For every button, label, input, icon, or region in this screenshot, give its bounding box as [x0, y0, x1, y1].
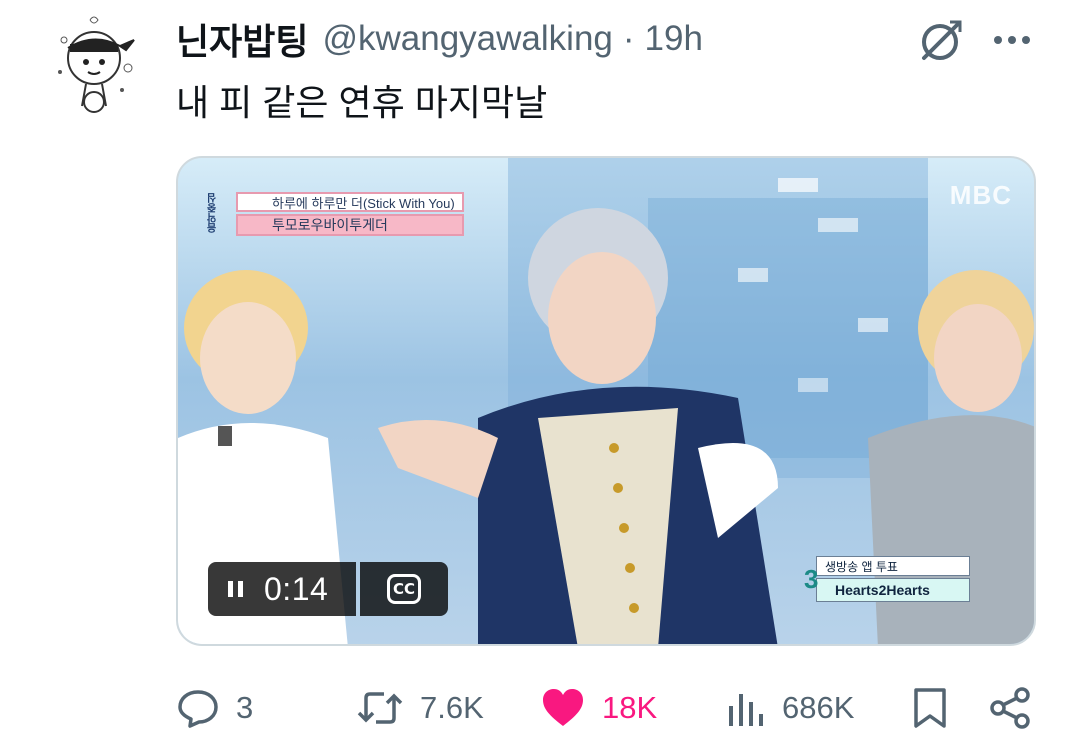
pause-icon[interactable]	[226, 579, 246, 599]
bookmark-button[interactable]	[910, 680, 950, 736]
share-icon	[990, 687, 1030, 729]
vote-song: Hearts2Hearts	[816, 578, 970, 602]
views-icon	[729, 694, 763, 726]
repost-icon	[357, 692, 403, 724]
vote-rank: 3	[804, 564, 819, 594]
timestamp[interactable]: 19h	[645, 19, 703, 59]
more-icon[interactable]	[990, 18, 1034, 62]
reply-icon	[178, 690, 218, 728]
like-icon	[543, 689, 583, 726]
tweet-header: 닌자밥팅 @kwangyawalking · 19h	[176, 14, 703, 64]
bookmark-icon	[914, 688, 946, 728]
repost-count: 7.6K	[420, 690, 484, 725]
like-count: 18K	[602, 690, 658, 725]
video-player[interactable]: 음악중심 하루에 하루만 더(Stick With You) 투모로우바이투게더…	[176, 156, 1036, 646]
separator-dot: ·	[622, 19, 635, 58]
vote-caption: 생방송 앱 투표 Hearts2Hearts 3	[804, 556, 970, 602]
video-time: 0:14	[264, 570, 329, 607]
reply-button[interactable]: 3	[176, 680, 253, 736]
captions-button[interactable]: CC	[360, 562, 448, 616]
views-button[interactable]: 686K	[726, 680, 854, 736]
broadcaster-logo: MBC	[949, 180, 1012, 210]
repost-button[interactable]: 7.6K	[356, 680, 484, 736]
program-tag: 음악중심	[208, 193, 219, 233]
vote-label: 생방송 앱 투표	[816, 556, 970, 576]
share-button[interactable]	[988, 680, 1032, 736]
views-count: 686K	[782, 690, 855, 725]
display-name[interactable]: 닌자밥팅	[176, 13, 308, 65]
action-bar: 3 7.6K 18K 686K	[0, 680, 1080, 736]
avatar[interactable]	[42, 10, 142, 120]
song-title-caption: 하루에 하루만 더(Stick With You)	[236, 192, 464, 212]
cc-icon: CC	[387, 574, 421, 604]
tweet-text: 내 피 같은 연휴 마지막날	[176, 82, 548, 123]
like-button[interactable]: 18K	[540, 680, 657, 736]
playback-control[interactable]: 0:14	[208, 562, 356, 616]
grok-icon[interactable]	[914, 14, 966, 66]
user-handle[interactable]: @kwangyawalking	[322, 19, 612, 59]
artist-caption: 투모로우바이투게더	[236, 214, 464, 236]
reply-count: 3	[236, 690, 254, 725]
tweet: 닌자밥팅 @kwangyawalking · 19h 내 피 같은 연휴 마지막…	[0, 0, 1080, 756]
